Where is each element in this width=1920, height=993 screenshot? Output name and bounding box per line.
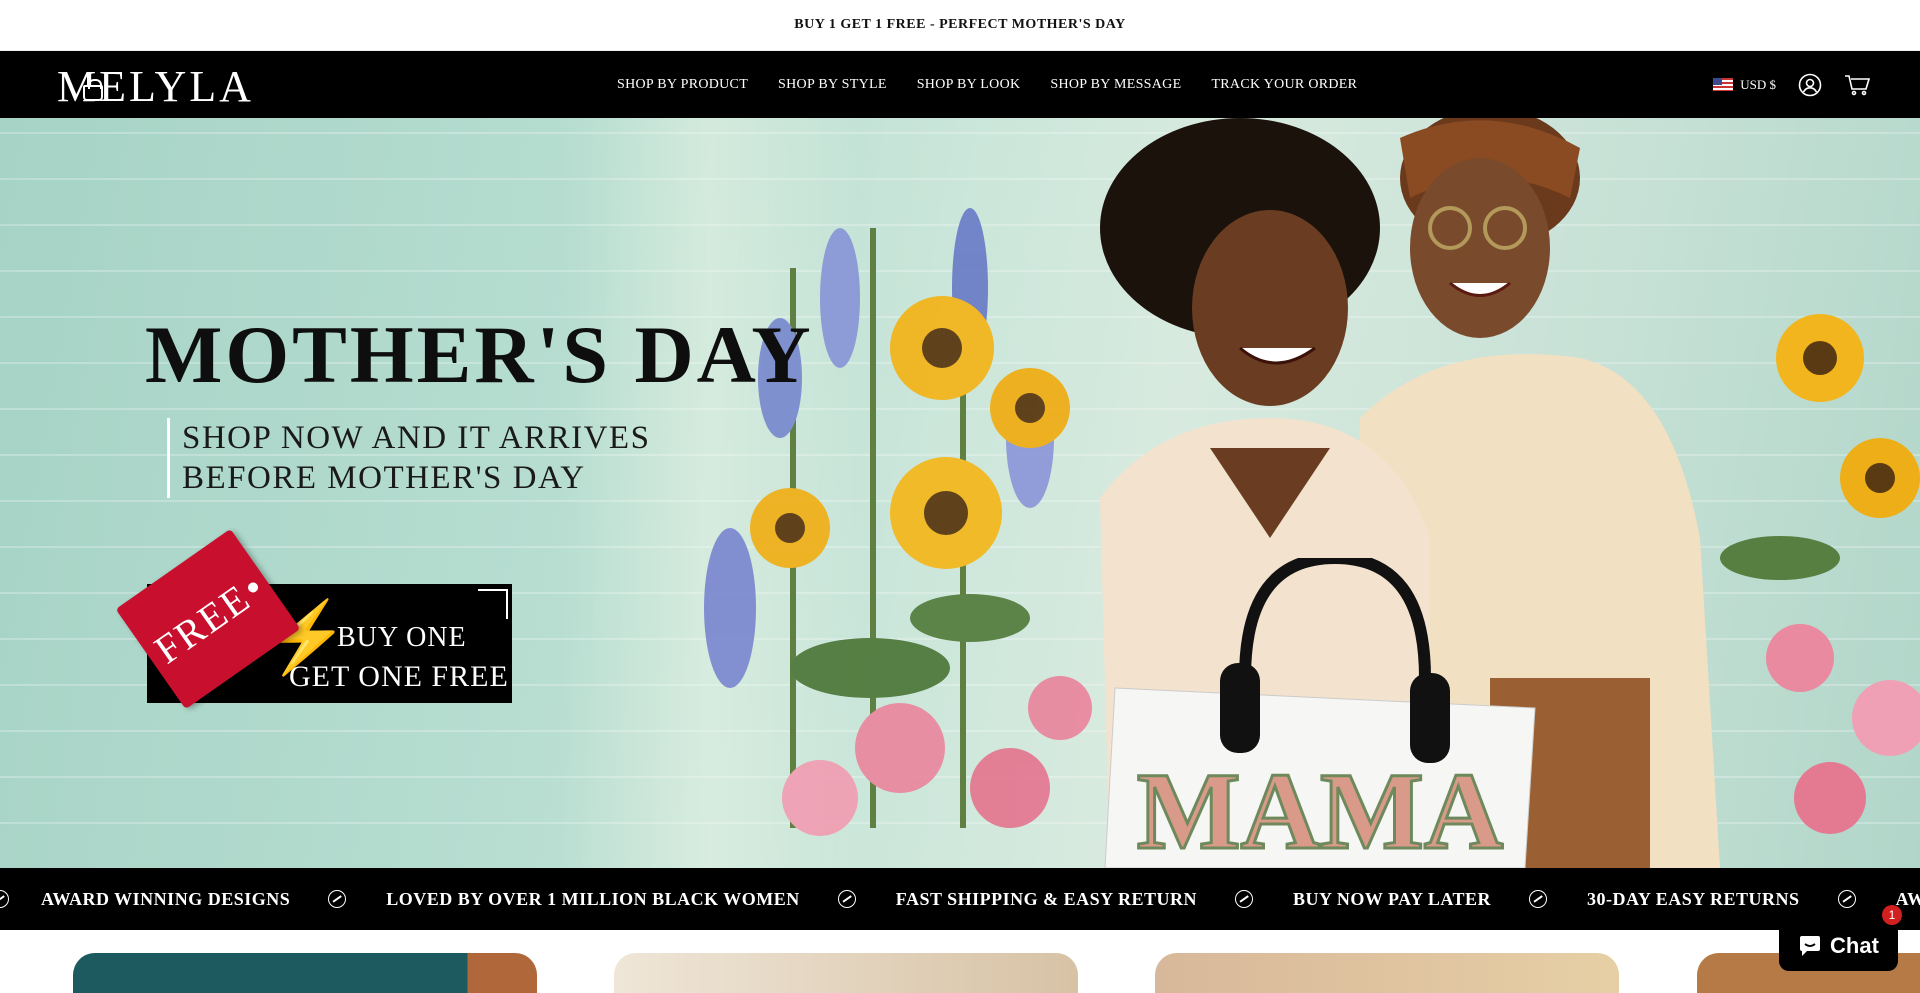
marquee-item: AWARD WINNING DESIGNS: [41, 889, 290, 910]
product-card[interactable]: [1155, 953, 1619, 993]
marquee-text: BUY NOW PAY LATER: [1293, 888, 1492, 909]
currency-selector[interactable]: USD $: [1713, 77, 1776, 93]
site-header: MELYLA SHOP BY PRODUCT SHOP BY STYLE SHO…: [0, 51, 1920, 118]
benefits-marquee: AWARD WINNING DESIGNS LOVED BY OVER 1 MI…: [0, 868, 1920, 930]
announcement-bar: BUY 1 GET 1 FREE - PERFECT MOTHER'S DAY: [0, 0, 1920, 51]
flowers-right-illustration: [1720, 314, 1920, 834]
hero-subtitle-line-1: SHOP NOW AND IT ARRIVES: [182, 420, 651, 456]
marquee-item: 30-DAY EASY RETURNS: [1587, 889, 1800, 910]
marquee-item: LOVED BY OVER 1 MILLION BLACK WOMEN: [386, 889, 800, 910]
marquee-text: AWARD WINNING DESIGNS: [1895, 888, 1920, 909]
corner-bracket: [478, 589, 508, 619]
marquee-item: BUY NOW PAY LATER: [1293, 889, 1491, 910]
badge-icon: [1235, 890, 1253, 908]
nav-shop-by-style[interactable]: SHOP BY STYLE: [778, 77, 887, 93]
marquee-text: FAST SHIPPING & EASY RETURN: [895, 888, 1197, 909]
marquee-text: AWARD WINNING DESIGNS: [41, 888, 291, 909]
chat-button[interactable]: Chat: [1779, 920, 1898, 971]
logo[interactable]: MELYLA: [57, 61, 254, 112]
chat-label: Chat: [1830, 932, 1879, 958]
free-tag-text: FREE: [146, 574, 259, 673]
product-card[interactable]: [614, 953, 1078, 993]
badge-icon: [1837, 890, 1856, 908]
badge-icon: [1529, 890, 1548, 908]
bogo-line-2: GET ONE FREE: [289, 660, 509, 693]
bogo-line-1: BUY ONE: [337, 622, 467, 653]
announcement-text: BUY 1 GET 1 FREE - PERFECT MOTHER'S DAY: [794, 17, 1126, 32]
currency-label: USD $: [1740, 76, 1776, 92]
hero-title: MOTHER'S DAY: [145, 309, 814, 400]
marquee-text: 30-DAY EASY RETURNS: [1587, 888, 1800, 909]
product-card[interactable]: [73, 953, 537, 993]
nav-shop-by-message[interactable]: SHOP BY MESSAGE: [1050, 77, 1181, 93]
bag-text: MAMA: [1137, 750, 1504, 868]
chat-notification-badge: 1: [1882, 905, 1902, 925]
marquee-item: FAST SHIPPING & EASY RETURN: [896, 889, 1197, 910]
nav-shop-by-product[interactable]: SHOP BY PRODUCT: [617, 77, 748, 93]
us-flag-icon: [1713, 78, 1734, 91]
account-icon[interactable]: [1798, 73, 1822, 97]
badge-icon: [328, 890, 347, 908]
main-nav: SHOP BY PRODUCT SHOP BY STYLE SHOP BY LO…: [617, 51, 1357, 118]
marquee-item: AWARD WINNING DESIGNS: [1896, 889, 1920, 910]
badge-icon: [0, 890, 9, 908]
hero-subtitle: SHOP NOW AND IT ARRIVES BEFORE MOTHER'S …: [167, 418, 650, 498]
header-actions: USD $: [1713, 51, 1870, 118]
mama-tote-bag-illustration: MAMA: [1104, 558, 1536, 868]
hero-subtitle-line-2: BEFORE MOTHER'S DAY: [182, 460, 586, 496]
chat-bubble-icon: [1800, 935, 1821, 956]
bag-logo-icon: [83, 79, 103, 101]
nav-track-your-order[interactable]: TRACK YOUR ORDER: [1211, 77, 1357, 93]
hero-banner[interactable]: MAMA MOTHER'S DAY SHOP NOW AND IT ARRIVE…: [0, 118, 1920, 868]
nav-shop-by-look[interactable]: SHOP BY LOOK: [917, 77, 1021, 93]
marquee-text: LOVED BY OVER 1 MILLION BLACK WOMEN: [386, 888, 800, 909]
flower-bouquet-illustration: [704, 208, 1092, 836]
product-cards-row: [0, 953, 1920, 993]
badge-icon: [837, 890, 856, 908]
cart-icon[interactable]: [1844, 73, 1870, 97]
